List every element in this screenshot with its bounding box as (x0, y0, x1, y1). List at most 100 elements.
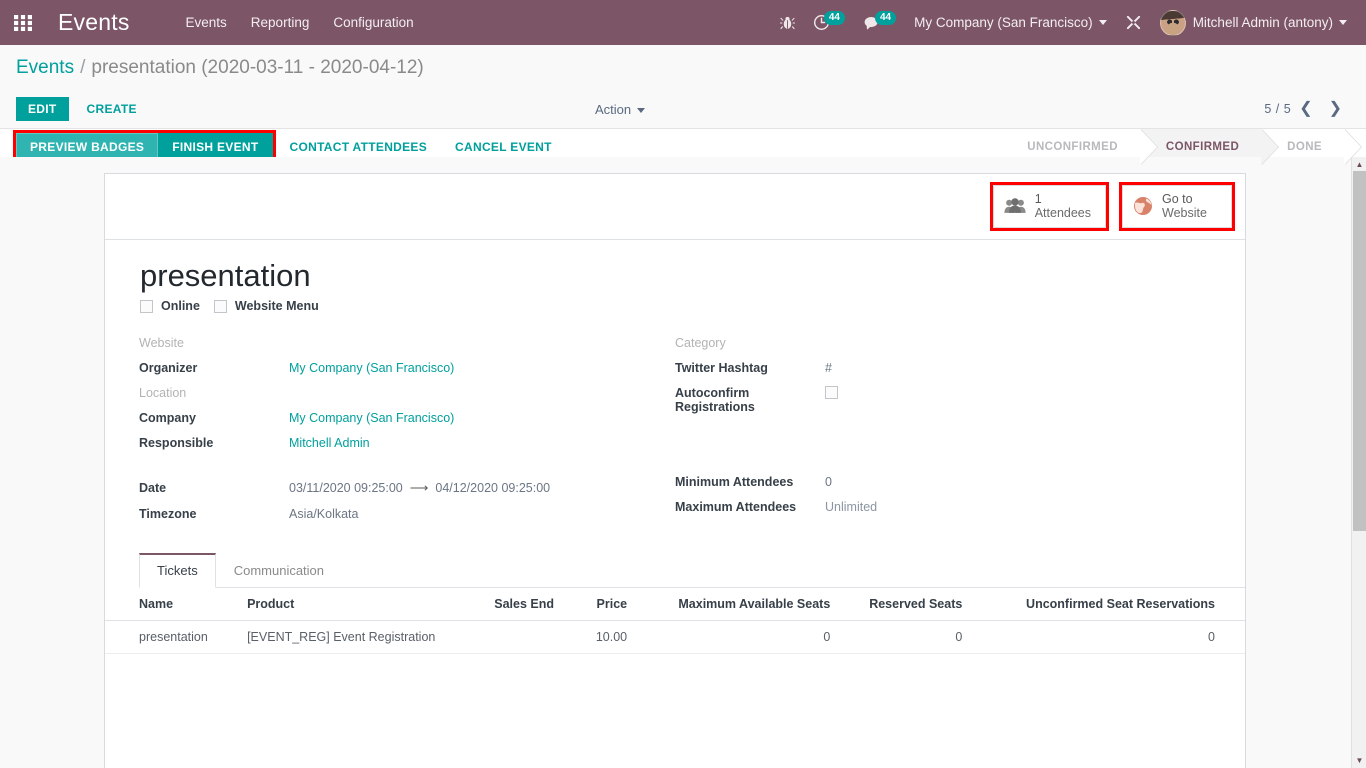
cell-name: presentation (105, 620, 240, 655)
field-responsible: Responsible Mitchell Admin (139, 435, 675, 450)
field-location-label: Location (139, 386, 187, 401)
menu-item-events[interactable]: Events (174, 15, 239, 30)
attendees-count: 1 (1034, 192, 1042, 206)
attendees-smart-button[interactable]: 1 Attendees (992, 185, 1106, 228)
apps-grid-icon[interactable] (0, 0, 46, 45)
autoconfirm-registrations-checkbox[interactable] (825, 386, 838, 400)
app-brand-title[interactable]: Events (46, 9, 136, 36)
field-date-start[interactable]: 03/11/2020 09:25:00 (289, 480, 403, 495)
cell-product: [EVENT_REG] Event Registration (239, 620, 487, 655)
field-maximum-attendees: Maximum Attendees Unlimited (675, 499, 1211, 514)
website-button-line2: Website (1162, 206, 1207, 221)
page-title: presentation (140, 257, 311, 293)
pager-value: 5 / 5 (1264, 102, 1292, 116)
go-to-website-smart-button[interactable]: Go to Website (1122, 185, 1232, 228)
field-company: Company My Company (San Francisco) (139, 410, 675, 425)
breadcrumb-current: presentation (2020-03-11 - 2020-04-12) (91, 56, 424, 78)
form-checkbox-row: Online Website Menu (140, 299, 1211, 313)
menu-item-configuration[interactable]: Configuration (321, 15, 425, 30)
website-menu-checkbox-label: Website Menu (234, 299, 319, 314)
attendees-group-icon (1004, 198, 1026, 214)
field-autoconfirm-registrations-label: Autoconfirm Registrations (675, 386, 755, 415)
notebook-tabs: Tickets Communication (139, 553, 1245, 589)
col-sales-end: Sales End (486, 588, 578, 622)
tab-communication[interactable]: Communication (216, 553, 342, 588)
field-timezone-label: Timezone (139, 507, 197, 522)
cell-reserved-seats: 0 (838, 620, 971, 655)
field-twitter-hashtag-value[interactable]: # (825, 360, 832, 375)
field-minimum-attendees-value[interactable]: 0 (825, 474, 832, 489)
messaging-menu-button[interactable]: 44 (854, 0, 905, 45)
scroll-down-icon[interactable]: ▼ (1352, 753, 1366, 768)
field-date-end[interactable]: 04/12/2020 09:25:00 (435, 480, 550, 495)
breadcrumb-separator: / (80, 56, 86, 78)
activity-count-badge: 44 (823, 11, 845, 25)
cell-unconfirmed: 0 (970, 620, 1245, 655)
vertical-scrollbar[interactable]: ▲ ▼ (1351, 157, 1366, 768)
highlight-box-website: Go to Website (1119, 182, 1235, 231)
menu-item-reporting[interactable]: Reporting (239, 15, 322, 30)
form-column-right: Category Twitter Hashtag # Autoconfirm R… (675, 335, 1211, 531)
form-column-left: Website Organizer My Company (San Franci… (139, 335, 675, 531)
scrollbar-thumb[interactable] (1353, 171, 1366, 531)
field-company-label: Company (139, 411, 196, 426)
field-minimum-attendees-label: Minimum Attendees (675, 475, 794, 490)
field-twitter-hashtag-label: Twitter Hashtag (675, 361, 768, 376)
col-maximum-available-seats: Maximum Available Seats (635, 588, 839, 622)
chevron-left-icon[interactable]: ❮ (1291, 101, 1320, 117)
action-dropdown[interactable]: Action (595, 102, 646, 117)
field-category: Category (675, 335, 1211, 350)
cell-price: 10.00 (577, 620, 636, 655)
website-menu-checkbox[interactable] (213, 299, 227, 313)
company-switcher-label: My Company (San Francisco) (914, 15, 1093, 30)
col-reserved-seats: Reserved Seats (838, 588, 971, 622)
contact-attendees-button[interactable]: CONTACT ATTENDEES (276, 140, 442, 154)
form-body: presentation Online Website Menu Website (105, 240, 1245, 532)
field-maximum-attendees-value[interactable]: Unlimited (825, 499, 877, 514)
control-panel: EDIT CREATE Action 5 / 5 ❮ ❯ (0, 90, 1366, 128)
activity-menu-button[interactable]: 44 (804, 0, 854, 45)
tab-tickets[interactable]: Tickets (139, 553, 216, 589)
chevron-right-icon[interactable]: ❯ (1321, 101, 1350, 117)
table-row[interactable]: presentation [EVENT_REG] Event Registrat… (105, 620, 1245, 655)
table-header-row: Name Product Sales End Price Maximum Ava… (105, 588, 1245, 622)
online-checkbox-label: Online (161, 299, 200, 314)
field-timezone-value[interactable]: Asia/Kolkata (289, 506, 358, 521)
chevron-down-icon (1339, 20, 1347, 25)
field-autoconfirm-registrations-value (825, 385, 838, 402)
field-website-label: Website (139, 336, 184, 351)
bug-icon[interactable] (771, 0, 804, 45)
field-organizer: Organizer My Company (San Francisco) (139, 360, 675, 375)
notebook: Tickets Communication Name Product Sales… (105, 553, 1245, 655)
systray: 44 44 My Company (San Francisco) Mitchel… (771, 0, 1366, 45)
breadcrumb-root[interactable]: Events (16, 57, 74, 79)
field-autoconfirm-registrations: Autoconfirm Registrations (675, 385, 1211, 414)
company-switcher[interactable]: My Company (San Francisco) (905, 0, 1116, 45)
col-product: Product (239, 588, 487, 622)
field-category-label: Category (675, 336, 726, 351)
field-minimum-attendees: Minimum Attendees 0 (675, 474, 1211, 489)
website-button-line1: Go to (1162, 192, 1193, 206)
arrow-right-icon: ⟶ (409, 480, 429, 496)
cancel-event-button[interactable]: CANCEL EVENT (441, 140, 566, 154)
field-website: Website (139, 335, 675, 350)
user-menu-label: Mitchell Admin (antony) (1192, 15, 1333, 30)
col-unconfirmed-seat-reservations: Unconfirmed Seat Reservations (970, 588, 1245, 622)
field-responsible-label: Responsible (139, 436, 214, 451)
field-date: Date 03/11/2020 09:25:00 ⟶ 04/12/2020 09… (139, 480, 675, 496)
top-navbar: Events Events Reporting Configuration 44… (0, 0, 1366, 45)
field-company-value[interactable]: My Company (San Francisco) (289, 410, 454, 425)
create-button[interactable]: CREATE (75, 97, 149, 121)
chevron-down-icon (1098, 20, 1107, 25)
field-organizer-value[interactable]: My Company (San Francisco) (289, 360, 454, 375)
user-menu[interactable]: Mitchell Admin (antony) (1151, 0, 1356, 45)
form-columns: Website Organizer My Company (San Franci… (139, 335, 1211, 531)
online-checkbox[interactable] (140, 299, 153, 313)
wrench-screwdriver-icon[interactable] (1116, 0, 1151, 45)
field-responsible-value[interactable]: Mitchell Admin (289, 435, 370, 450)
field-timezone: Timezone Asia/Kolkata (139, 506, 675, 521)
col-price: Price (577, 588, 636, 622)
main-menu: Events Reporting Configuration (174, 15, 426, 30)
edit-button[interactable]: EDIT (16, 97, 69, 121)
avatar (1159, 9, 1186, 36)
